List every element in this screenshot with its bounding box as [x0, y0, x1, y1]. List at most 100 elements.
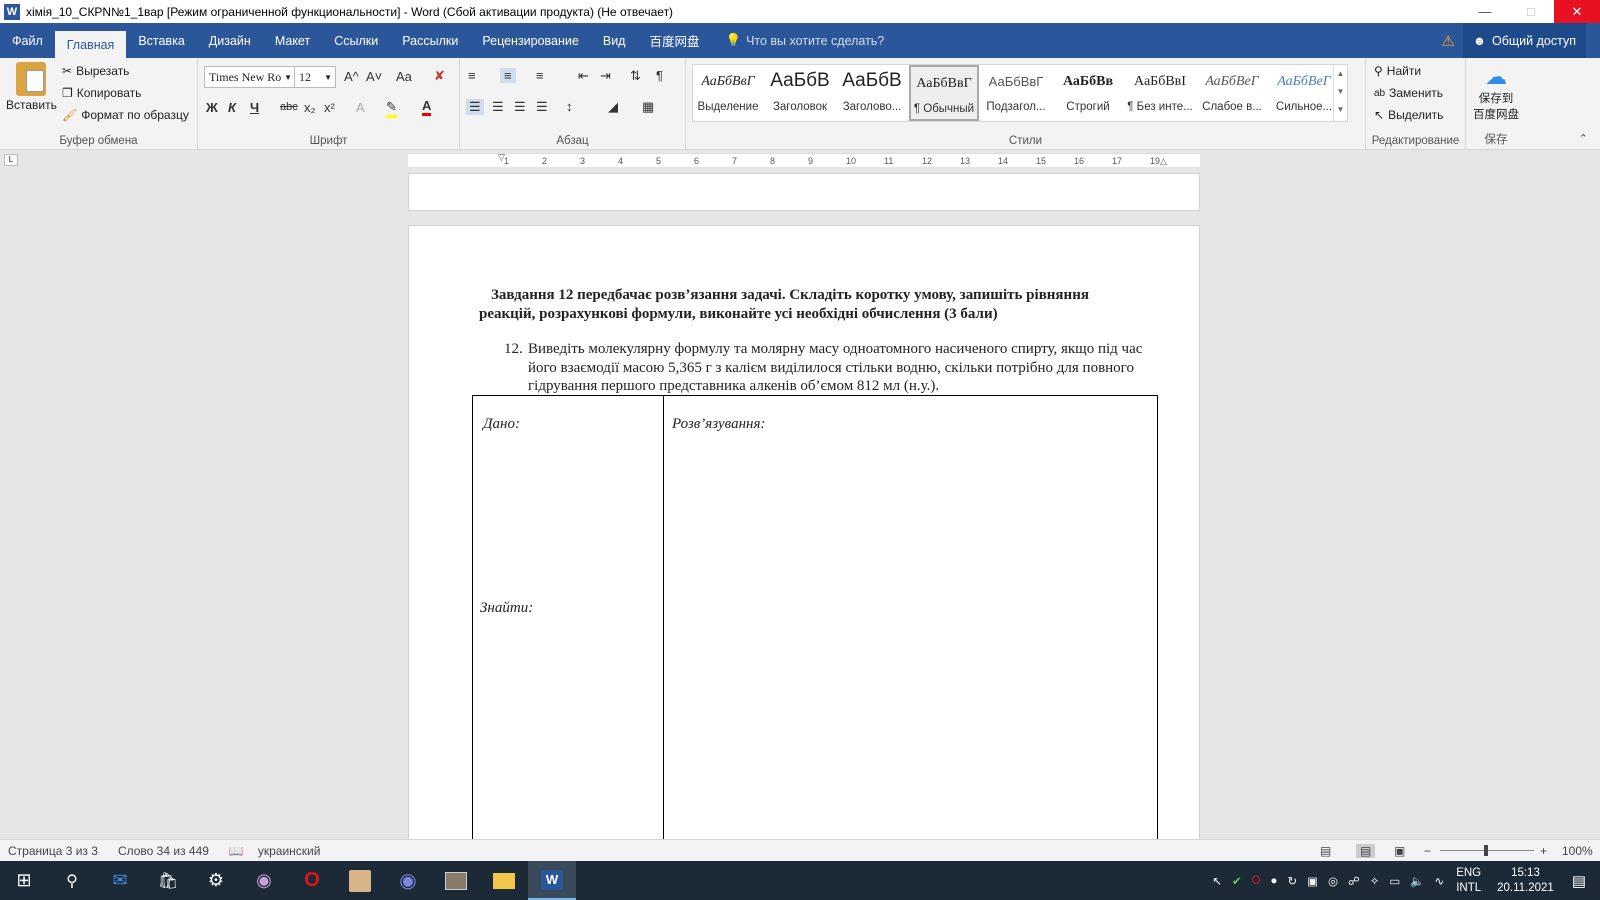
- borders-icon[interactable]: ▦: [642, 99, 654, 115]
- cut-button[interactable]: ✂ Вырезать: [62, 64, 129, 78]
- multilevel-list-icon[interactable]: ≡: [536, 68, 544, 83]
- font-name-select[interactable]: Times New Ro ▼: [204, 66, 296, 88]
- tab-references[interactable]: Ссылки: [322, 23, 390, 58]
- proofing-icon[interactable]: 📖: [229, 844, 244, 858]
- tab-design[interactable]: Дизайн: [197, 23, 263, 58]
- zoom-level[interactable]: 100%: [1562, 844, 1593, 858]
- archive-app[interactable]: [432, 861, 480, 900]
- tab-home[interactable]: Главная: [54, 31, 127, 58]
- sync-icon[interactable]: ↻: [1287, 874, 1297, 888]
- zoom-out-icon[interactable]: −: [1424, 844, 1431, 858]
- style-no-spacing[interactable]: АаБбВвI ¶ Без инте...: [1125, 65, 1195, 121]
- horizontal-ruler[interactable]: 1 2 3 4 5 6 7 8 9 10 11 12 13 14 15 16 1…: [408, 152, 1200, 167]
- sort-icon[interactable]: ⇅: [630, 68, 641, 84]
- warning-icon[interactable]: ⚠: [1441, 32, 1454, 50]
- page-count[interactable]: Страница 3 из 3: [8, 844, 98, 858]
- select-button[interactable]: ↖ Выделить: [1374, 108, 1443, 122]
- highlight-icon[interactable]: ✎: [386, 99, 397, 118]
- check-icon[interactable]: ✔: [1232, 874, 1242, 888]
- language-indicator[interactable]: ENG INTL: [1456, 866, 1481, 896]
- tab-baidu[interactable]: 百度网盘: [637, 23, 711, 58]
- search-button[interactable]: ⚲: [48, 861, 96, 900]
- decrease-indent-icon[interactable]: ⇤: [578, 68, 589, 84]
- current-page[interactable]: Завдання 12 передбачає розв’язання задач…: [408, 225, 1200, 839]
- numbering-icon[interactable]: ≡: [500, 68, 516, 83]
- battery-icon[interactable]: ▭: [1389, 874, 1400, 888]
- language-status[interactable]: украинский: [258, 844, 321, 858]
- shrink-font-button[interactable]: A˅: [366, 69, 382, 84]
- opera-tray-icon[interactable]: O: [1252, 875, 1261, 887]
- italic-button[interactable]: К: [228, 100, 236, 115]
- print-layout-icon[interactable]: ▤: [1356, 843, 1376, 858]
- pin-icon[interactable]: ↖: [1212, 874, 1222, 888]
- style-normal[interactable]: АаБбВвГ ¶ Обычный: [909, 65, 979, 121]
- align-left-icon[interactable]: ☰: [466, 99, 484, 115]
- zoom-thumb[interactable]: [1484, 845, 1488, 856]
- baidu-save-button[interactable]: ☁ 保存到 百度网盘: [1466, 64, 1526, 122]
- paint-app[interactable]: ◉: [240, 861, 288, 900]
- tab-layout[interactable]: Макет: [263, 23, 322, 58]
- styles-scroll[interactable]: ▲ ▼ ▼: [1333, 65, 1347, 121]
- minimize-icon[interactable]: —: [1462, 0, 1508, 23]
- justify-icon[interactable]: ☰: [536, 99, 548, 115]
- collapse-ribbon-icon[interactable]: ⌃: [1579, 132, 1588, 145]
- style-subtle-emphasis[interactable]: АаБбВеГ Слабое в...: [1197, 65, 1267, 121]
- clear-format-icon[interactable]: ✘: [434, 68, 445, 84]
- nvidia-icon[interactable]: ▣: [1307, 874, 1318, 888]
- ruler-corner[interactable]: L: [4, 154, 18, 166]
- style-strong[interactable]: АаБбВв Строгий: [1053, 65, 1123, 121]
- maximize-icon[interactable]: □: [1508, 0, 1554, 23]
- tab-view[interactable]: Вид: [591, 23, 638, 58]
- start-button[interactable]: ⊞: [0, 861, 48, 900]
- steam-icon[interactable]: ◎: [1328, 874, 1338, 888]
- underline-button[interactable]: Ч: [250, 100, 259, 115]
- solution-table[interactable]: Дано: Знайти: Розв’язування:: [472, 395, 1158, 839]
- network-share-icon[interactable]: ✧: [1370, 874, 1380, 888]
- increase-indent-icon[interactable]: ⇥: [600, 68, 611, 84]
- web-layout-icon[interactable]: ▣: [1394, 844, 1405, 858]
- wifi-icon[interactable]: ∿: [1435, 874, 1445, 888]
- word-count[interactable]: Слово 34 из 449: [118, 844, 209, 858]
- zoom-slider[interactable]: [1440, 845, 1534, 856]
- tab-insert[interactable]: Вставка: [126, 23, 196, 58]
- align-right-icon[interactable]: ☰: [514, 99, 526, 115]
- shading-icon[interactable]: ◢: [608, 99, 618, 115]
- security-icon[interactable]: ☍: [1348, 874, 1360, 888]
- zoom-in-icon[interactable]: +: [1540, 844, 1547, 858]
- style-subtitle[interactable]: АаБбВвГ Подзагол...: [981, 65, 1051, 121]
- subscript-button[interactable]: x₂: [304, 100, 316, 115]
- explorer-app[interactable]: [480, 861, 528, 900]
- line-spacing-icon[interactable]: ↕: [566, 99, 573, 114]
- format-painter-button[interactable]: 🖌 Формат по образцу: [62, 108, 189, 122]
- change-case-button[interactable]: Aa: [396, 69, 412, 84]
- close-icon[interactable]: ✕: [1554, 0, 1600, 23]
- grow-font-button[interactable]: A^: [344, 69, 359, 84]
- notification-icon[interactable]: ▤: [1572, 872, 1586, 890]
- style-heading1[interactable]: АаБбВ Заголово...: [837, 65, 907, 121]
- volume-icon[interactable]: 🔈: [1410, 874, 1424, 888]
- opera-app[interactable]: O: [288, 861, 336, 900]
- indent-marker-icon[interactable]: ▽: [498, 152, 505, 163]
- store-app[interactable]: 🛍: [144, 861, 192, 900]
- find-button[interactable]: ⚲ Найти: [1374, 64, 1421, 78]
- tab-review[interactable]: Рецензирование: [470, 23, 591, 58]
- text-effects-icon[interactable]: A: [356, 100, 365, 115]
- align-center-icon[interactable]: ☰: [492, 99, 504, 115]
- tab-file[interactable]: Файл: [0, 23, 55, 58]
- bold-button[interactable]: Ж: [206, 100, 218, 115]
- discord-icon[interactable]: ●: [1271, 875, 1278, 887]
- style-emphasis[interactable]: АаБбВвГ Выделение: [693, 65, 763, 121]
- share-button[interactable]: ☻ Общий доступ: [1462, 23, 1586, 58]
- chrome-app[interactable]: ◉: [384, 861, 432, 900]
- tell-me-box[interactable]: 💡 Что вы хотите сделать?: [726, 33, 885, 48]
- tab-mailings[interactable]: Рассылки: [390, 23, 470, 58]
- bullets-icon[interactable]: ≡: [468, 68, 476, 83]
- superscript-button[interactable]: x²: [324, 100, 335, 115]
- right-indent-icon[interactable]: △: [1160, 156, 1167, 167]
- font-size-select[interactable]: 12 ▼: [294, 66, 336, 88]
- word-app[interactable]: W: [528, 861, 576, 900]
- settings-app[interactable]: ⚙: [192, 861, 240, 900]
- read-mode-icon[interactable]: ▤: [1320, 844, 1331, 858]
- style-title[interactable]: АаБбВ Заголовок: [765, 65, 835, 121]
- copy-button[interactable]: ❐ Копировать: [62, 86, 141, 100]
